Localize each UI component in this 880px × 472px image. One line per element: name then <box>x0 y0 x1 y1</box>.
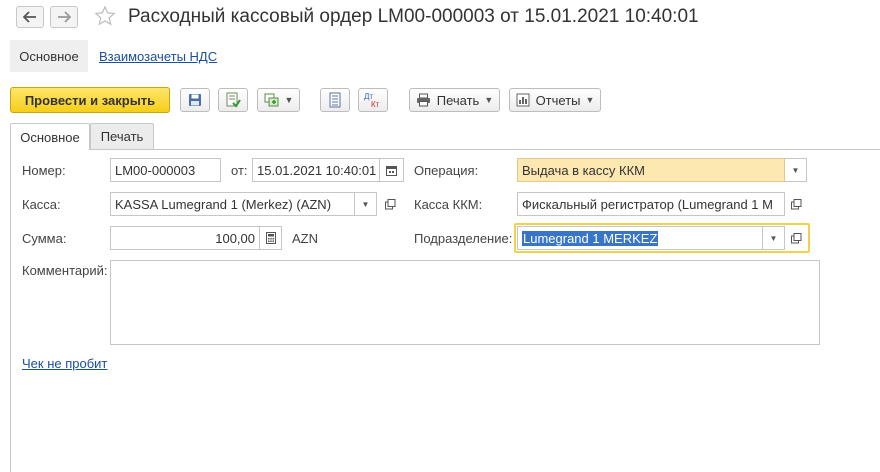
report-icon <box>516 93 530 107</box>
floppy-disk-icon <box>189 94 201 106</box>
department-open-button[interactable] <box>785 226 807 250</box>
department-selected-text: Lumegrand 1 MERKEZ <box>522 230 659 246</box>
window-title: Расходный кассовый ордер LM00-000003 от … <box>128 6 699 27</box>
post-and-close-button[interactable]: Провести и закрыть <box>10 87 170 113</box>
document-journal-button[interactable] <box>320 88 350 112</box>
cashbox-label: Касса: <box>22 197 61 212</box>
comment-label: Комментарий: <box>22 263 108 278</box>
chevron-down-icon: ▼ <box>769 233 778 243</box>
calculator-icon <box>265 232 276 244</box>
create-based-on-icon <box>264 93 279 107</box>
department-dropdown-button[interactable]: ▼ <box>763 226 785 250</box>
post-document-icon <box>226 92 241 108</box>
arrow-left-icon <box>23 11 36 23</box>
form-panel-border <box>10 149 11 472</box>
back-button[interactable] <box>16 6 44 28</box>
chevron-down-icon: ▼ <box>791 165 800 175</box>
printer-icon <box>416 93 430 107</box>
tab-strip-divider <box>10 149 880 150</box>
open-window-icon <box>790 198 801 209</box>
kkm-field[interactable]: Фискальный регистратор (Lumegrand 1 M <box>517 192 785 216</box>
reports-menu-button[interactable]: Отчеты ▼ <box>509 88 601 112</box>
open-window-icon <box>790 232 801 243</box>
tab-main[interactable]: Основное <box>10 123 90 150</box>
calendar-button[interactable] <box>380 158 404 182</box>
number-label: Номер: <box>22 163 66 178</box>
kkm-label: Касса ККМ: <box>414 197 483 212</box>
section-vat-offsets-link[interactable]: Взаимозачеты НДС <box>99 49 217 64</box>
cashbox-field[interactable]: KASSA Lumegrand 1 (Merkez) (AZN) <box>110 192 355 216</box>
arrow-right-icon <box>58 11 71 23</box>
date-label: от: <box>231 163 248 178</box>
cashbox-dropdown-button[interactable]: ▼ <box>355 192 377 216</box>
receipt-not-printed-link[interactable]: Чек не пробит <box>22 356 107 371</box>
currency-label: AZN <box>292 231 318 246</box>
operation-label: Операция: <box>414 163 479 178</box>
department-field[interactable]: Lumegrand 1 MERKEZ <box>517 226 763 250</box>
chevron-down-icon: ▼ <box>484 95 494 105</box>
operation-field[interactable]: Выдача в кассу ККМ <box>517 158 785 182</box>
favorite-button[interactable] <box>94 5 118 29</box>
chevron-down-icon: ▼ <box>284 95 294 105</box>
star-icon <box>94 5 116 26</box>
tab-print[interactable]: Печать <box>90 123 154 149</box>
calculator-button[interactable] <box>260 226 282 250</box>
reports-menu-label: Отчеты <box>535 92 581 108</box>
number-field[interactable]: LM00-000003 <box>110 158 221 182</box>
create-based-on-button[interactable]: ▼ <box>257 88 300 112</box>
save-button[interactable] <box>180 88 210 112</box>
chevron-down-icon: ▼ <box>585 95 595 105</box>
debit-credit-postings-button[interactable]: Дт Кт <box>358 88 388 112</box>
calendar-icon <box>386 165 397 176</box>
cashbox-open-button[interactable] <box>379 192 401 216</box>
date-field[interactable]: 15.01.2021 10:40:01 <box>252 158 380 182</box>
section-main[interactable]: Основное <box>10 40 88 72</box>
print-menu-label: Печать <box>436 92 480 108</box>
forward-button[interactable] <box>50 6 78 28</box>
open-window-icon <box>384 198 395 209</box>
svg-text:Кт: Кт <box>371 100 380 109</box>
dt-kt-icon: ДтКт <box>364 92 380 109</box>
print-menu-button[interactable]: Печать ▼ <box>409 88 500 112</box>
operation-dropdown-button[interactable]: ▼ <box>785 158 807 182</box>
comment-textarea[interactable] <box>110 260 820 345</box>
amount-field[interactable]: 100,00 <box>110 226 260 250</box>
chevron-down-icon: ▼ <box>361 199 370 209</box>
amount-label: Сумма: <box>22 231 67 246</box>
document-list-icon <box>329 92 341 108</box>
department-label: Подразделение: <box>414 231 513 246</box>
kkm-open-button[interactable] <box>785 192 807 216</box>
post-button[interactable] <box>218 88 248 112</box>
